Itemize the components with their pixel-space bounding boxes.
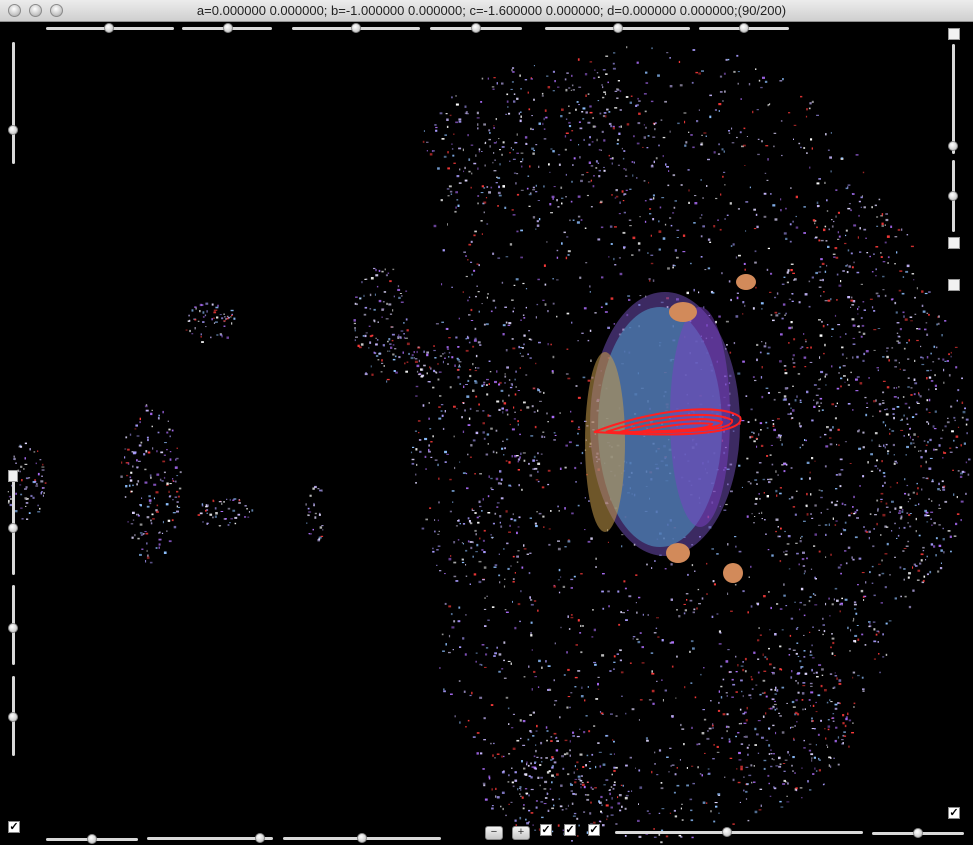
option-checkbox-1[interactable]: ✓ bbox=[540, 824, 552, 836]
zoom-in-button[interactable]: + bbox=[512, 826, 530, 840]
slider-top-4[interactable] bbox=[430, 23, 522, 33]
slider-bottom-1[interactable] bbox=[46, 834, 138, 844]
slider-top-3[interactable] bbox=[292, 23, 420, 33]
option-checkbox-2[interactable]: ✓ bbox=[564, 824, 576, 836]
zoom-out-button[interactable]: − bbox=[485, 826, 503, 840]
slider-left-3[interactable] bbox=[8, 585, 18, 665]
right-square-button-2[interactable] bbox=[948, 237, 960, 249]
slider-right-1[interactable] bbox=[948, 44, 958, 154]
slider-top-5[interactable] bbox=[545, 23, 690, 33]
slider-top-2[interactable] bbox=[182, 23, 272, 33]
slider-left-1[interactable] bbox=[8, 42, 18, 164]
right-top-square-button[interactable] bbox=[948, 28, 960, 40]
right-bottom-checkbox[interactable]: ✓ bbox=[948, 807, 960, 819]
slider-top-6[interactable] bbox=[699, 23, 789, 33]
fractal-render bbox=[7, 46, 971, 844]
speckle-field bbox=[7, 46, 971, 844]
slider-bottom-2[interactable] bbox=[147, 833, 273, 843]
slider-left-2[interactable] bbox=[8, 480, 18, 575]
window-title: a=0.000000 0.000000; b=-1.000000 0.00000… bbox=[196, 3, 787, 18]
left-toggle-button[interactable] bbox=[8, 470, 18, 482]
slider-right-2[interactable] bbox=[948, 160, 958, 232]
bottom-left-checkbox[interactable]: ✓ bbox=[8, 821, 20, 833]
fractal-canvas[interactable] bbox=[0, 22, 973, 845]
title-bar: a=0.000000 0.000000; b=-1.000000 0.00000… bbox=[0, 0, 973, 22]
slider-bottom-4[interactable] bbox=[615, 827, 863, 837]
slider-bottom-5[interactable] bbox=[872, 828, 964, 838]
slider-left-4[interactable] bbox=[8, 676, 18, 756]
right-square-button-3[interactable] bbox=[948, 279, 960, 291]
slider-bottom-3[interactable] bbox=[283, 833, 441, 843]
slider-top-1[interactable] bbox=[46, 23, 174, 33]
option-checkbox-3[interactable]: ✓ bbox=[588, 824, 600, 836]
